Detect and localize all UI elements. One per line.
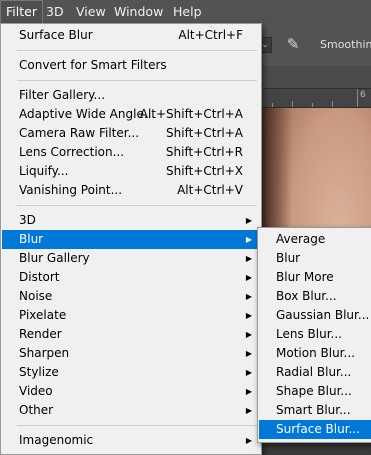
menu-separator — [17, 50, 257, 51]
menu-item-blur-more[interactable]: Blur More — [259, 268, 371, 287]
menu-item-label: Distort — [19, 270, 60, 284]
menu-item-label: Other — [19, 403, 54, 417]
menu-item-label: Blur Gallery — [19, 251, 90, 265]
menu-separator — [17, 80, 257, 81]
submenu-arrow-icon: ▶ — [245, 292, 252, 301]
filter-menu: Surface Blur Alt+Ctrl+F Convert for Smar… — [0, 23, 262, 455]
menu-item-lens-correction[interactable]: Lens Correction... Shift+Ctrl+R — [2, 143, 260, 162]
submenu-arrow-icon: ▶ — [245, 406, 252, 415]
menu-item-label: Render — [19, 327, 62, 341]
menu-item-last-filter[interactable]: Surface Blur Alt+Ctrl+F — [2, 26, 260, 45]
menu-item-label: Pixelate — [19, 308, 67, 322]
menu-item-other[interactable]: Other ▶ — [2, 401, 260, 420]
menu-item-vanishing-point[interactable]: Vanishing Point... Alt+Ctrl+V — [2, 181, 260, 200]
menu-item-label: Motion Blur... — [276, 346, 355, 360]
menu-item-blur[interactable]: Blur ▶ — [2, 230, 260, 249]
menu-item-label: Surface Blur... — [276, 422, 360, 436]
menu-item-shortcut: Alt+Ctrl+V — [177, 183, 243, 197]
menu-item-label: 3D — [19, 213, 36, 227]
menu-item-label: Blur More — [276, 270, 334, 284]
menu-item-noise[interactable]: Noise ▶ — [2, 287, 260, 306]
menu-item-motion-blur[interactable]: Motion Blur... — [259, 344, 371, 363]
menu-item-label: Video — [19, 384, 53, 398]
menu-item-blur-gallery[interactable]: Blur Gallery ▶ — [2, 249, 260, 268]
menu-item-label: Lens Correction... — [19, 145, 125, 159]
menu-item-render[interactable]: Render ▶ — [2, 325, 260, 344]
menu-item-label: Stylize — [19, 365, 59, 379]
menu-item-label: Filter Gallery... — [19, 88, 106, 102]
menu-item-filter-gallery[interactable]: Filter Gallery... — [2, 86, 260, 105]
menu-filter[interactable]: Filter — [0, 0, 43, 24]
menu-item-label: Convert for Smart Filters — [19, 58, 167, 72]
menu-item-sharpen[interactable]: Sharpen ▶ — [2, 344, 260, 363]
menu-item-box-blur[interactable]: Box Blur... — [259, 287, 371, 306]
smoothing-label: Smoothing: — [320, 38, 371, 51]
menu-item-3d[interactable]: 3D ▶ — [2, 211, 260, 230]
menu-item-liquify[interactable]: Liquify... Shift+Ctrl+X — [2, 162, 260, 181]
menu-item-stylize[interactable]: Stylize ▶ — [2, 363, 260, 382]
menu-separator — [17, 205, 257, 206]
menu-item-blur-simple[interactable]: Blur — [259, 249, 371, 268]
menu-item-label: Average — [276, 232, 326, 246]
submenu-arrow-icon: ▶ — [245, 235, 252, 244]
submenu-arrow-icon: ▶ — [245, 368, 252, 377]
menu-item-shortcut: Shift+Ctrl+A — [166, 126, 243, 140]
menu-window[interactable]: Window — [108, 0, 169, 24]
menu-item-lens-blur[interactable]: Lens Blur... — [259, 325, 371, 344]
horizontal-ruler: 6 — [262, 89, 371, 108]
menu-item-average[interactable]: Average — [259, 230, 371, 249]
menu-item-label: Surface Blur — [19, 28, 93, 42]
menu-item-label: Adaptive Wide Angle... — [19, 107, 156, 121]
menu-item-distort[interactable]: Distort ▶ — [2, 268, 260, 287]
menu-item-gaussian-blur[interactable]: Gaussian Blur... — [259, 306, 371, 325]
menu-item-smart-blur[interactable]: Smart Blur... — [259, 401, 371, 420]
menu-3d[interactable]: 3D — [40, 0, 70, 24]
menu-item-shortcut: Alt+Ctrl+F — [178, 28, 243, 42]
menu-item-label: Box Blur... — [276, 289, 337, 303]
menu-item-label: Sharpen — [19, 346, 70, 360]
menu-help[interactable]: Help — [167, 0, 208, 24]
menu-item-shortcut: Shift+Ctrl+R — [165, 145, 243, 159]
submenu-arrow-icon: ▶ — [245, 387, 252, 396]
menu-item-pixelate[interactable]: Pixelate ▶ — [2, 306, 260, 325]
menu-item-label: Gaussian Blur... — [276, 308, 370, 322]
menu-item-label: Blur — [276, 251, 301, 265]
submenu-arrow-icon: ▶ — [245, 349, 252, 358]
menu-item-camera-raw-filter[interactable]: Camera Raw Filter... Shift+Ctrl+A — [2, 124, 260, 143]
menu-separator — [17, 425, 257, 426]
menu-item-label: Camera Raw Filter... — [19, 126, 140, 140]
submenu-arrow-icon: ▶ — [245, 216, 252, 225]
menu-item-label: Vanishing Point... — [19, 183, 123, 197]
menu-item-label: Smart Blur... — [276, 403, 351, 417]
menu-item-label: Lens Blur... — [276, 327, 342, 341]
submenu-arrow-icon: ▶ — [245, 254, 252, 263]
submenu-arrow-icon: ▶ — [245, 311, 252, 320]
menu-item-label: Blur — [19, 232, 44, 246]
menu-item-label: Liquify... — [19, 164, 69, 178]
menu-item-convert-smart-filters[interactable]: Convert for Smart Filters — [2, 56, 260, 75]
menu-item-adaptive-wide-angle[interactable]: Adaptive Wide Angle... Alt+Shift+Ctrl+A — [2, 105, 260, 124]
menu-bar: Filter 3D View Window Help — [0, 0, 371, 24]
submenu-arrow-icon: ▶ — [245, 273, 252, 282]
menu-item-video[interactable]: Video ▶ — [2, 382, 260, 401]
menu-item-label: Radial Blur... — [276, 365, 352, 379]
menu-item-shortcut: Shift+Ctrl+X — [166, 164, 243, 178]
menu-view[interactable]: View — [70, 0, 112, 24]
menu-item-shortcut: Alt+Shift+Ctrl+A — [139, 107, 243, 121]
menu-item-label: Noise — [19, 289, 53, 303]
brush-pressure-icon[interactable]: ✎ — [282, 33, 304, 55]
menu-item-radial-blur[interactable]: Radial Blur... — [259, 363, 371, 382]
menu-item-surface-blur[interactable]: Surface Blur... — [259, 420, 371, 439]
blur-submenu: Average Blur Blur More Box Blur... Gauss… — [257, 227, 371, 443]
submenu-arrow-icon: ▶ — [245, 330, 252, 339]
menu-item-label: Shape Blur... — [276, 384, 352, 398]
menu-item-shape-blur[interactable]: Shape Blur... — [259, 382, 371, 401]
ruler-number: 6 — [360, 90, 366, 100]
